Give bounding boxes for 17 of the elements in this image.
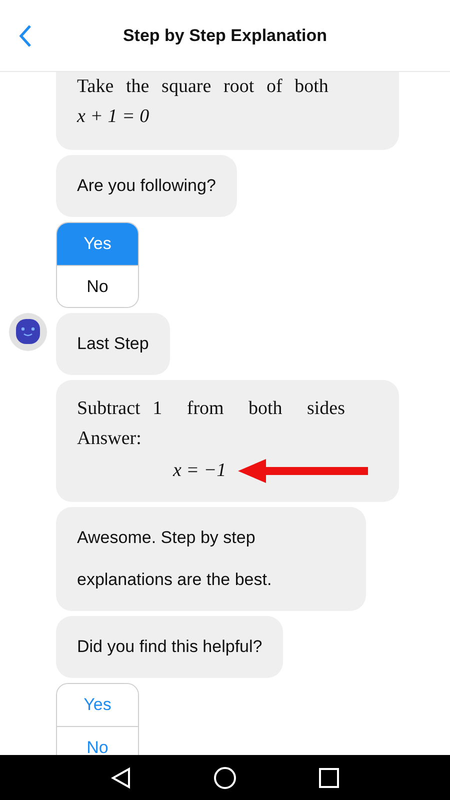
step-text: Take the square root of both [77, 75, 330, 99]
back-icon[interactable] [110, 766, 132, 788]
message-bubble: Last Step [56, 313, 170, 375]
choice-button[interactable]: No [57, 265, 138, 307]
answer-equation: x = −1 [173, 459, 226, 483]
equation: x + 1 = 0 [77, 105, 150, 129]
choice-button[interactable]: No [57, 726, 138, 755]
recent-apps-icon[interactable] [318, 766, 340, 788]
step-text: Answer: [77, 427, 142, 451]
message-bubble: Are you following? [56, 155, 237, 217]
choice-button[interactable]: Yes [57, 223, 138, 265]
step-text: Subtract 1 from both sides [77, 397, 346, 421]
arrow-icon [238, 459, 368, 483]
message-bubble: Awesome. Step by step explanations are the best. [56, 507, 366, 611]
home-icon[interactable] [212, 766, 237, 790]
message-bubble: Did you find this helpful? [56, 616, 284, 678]
window-title: Step by Step Explanation [122, 24, 328, 47]
